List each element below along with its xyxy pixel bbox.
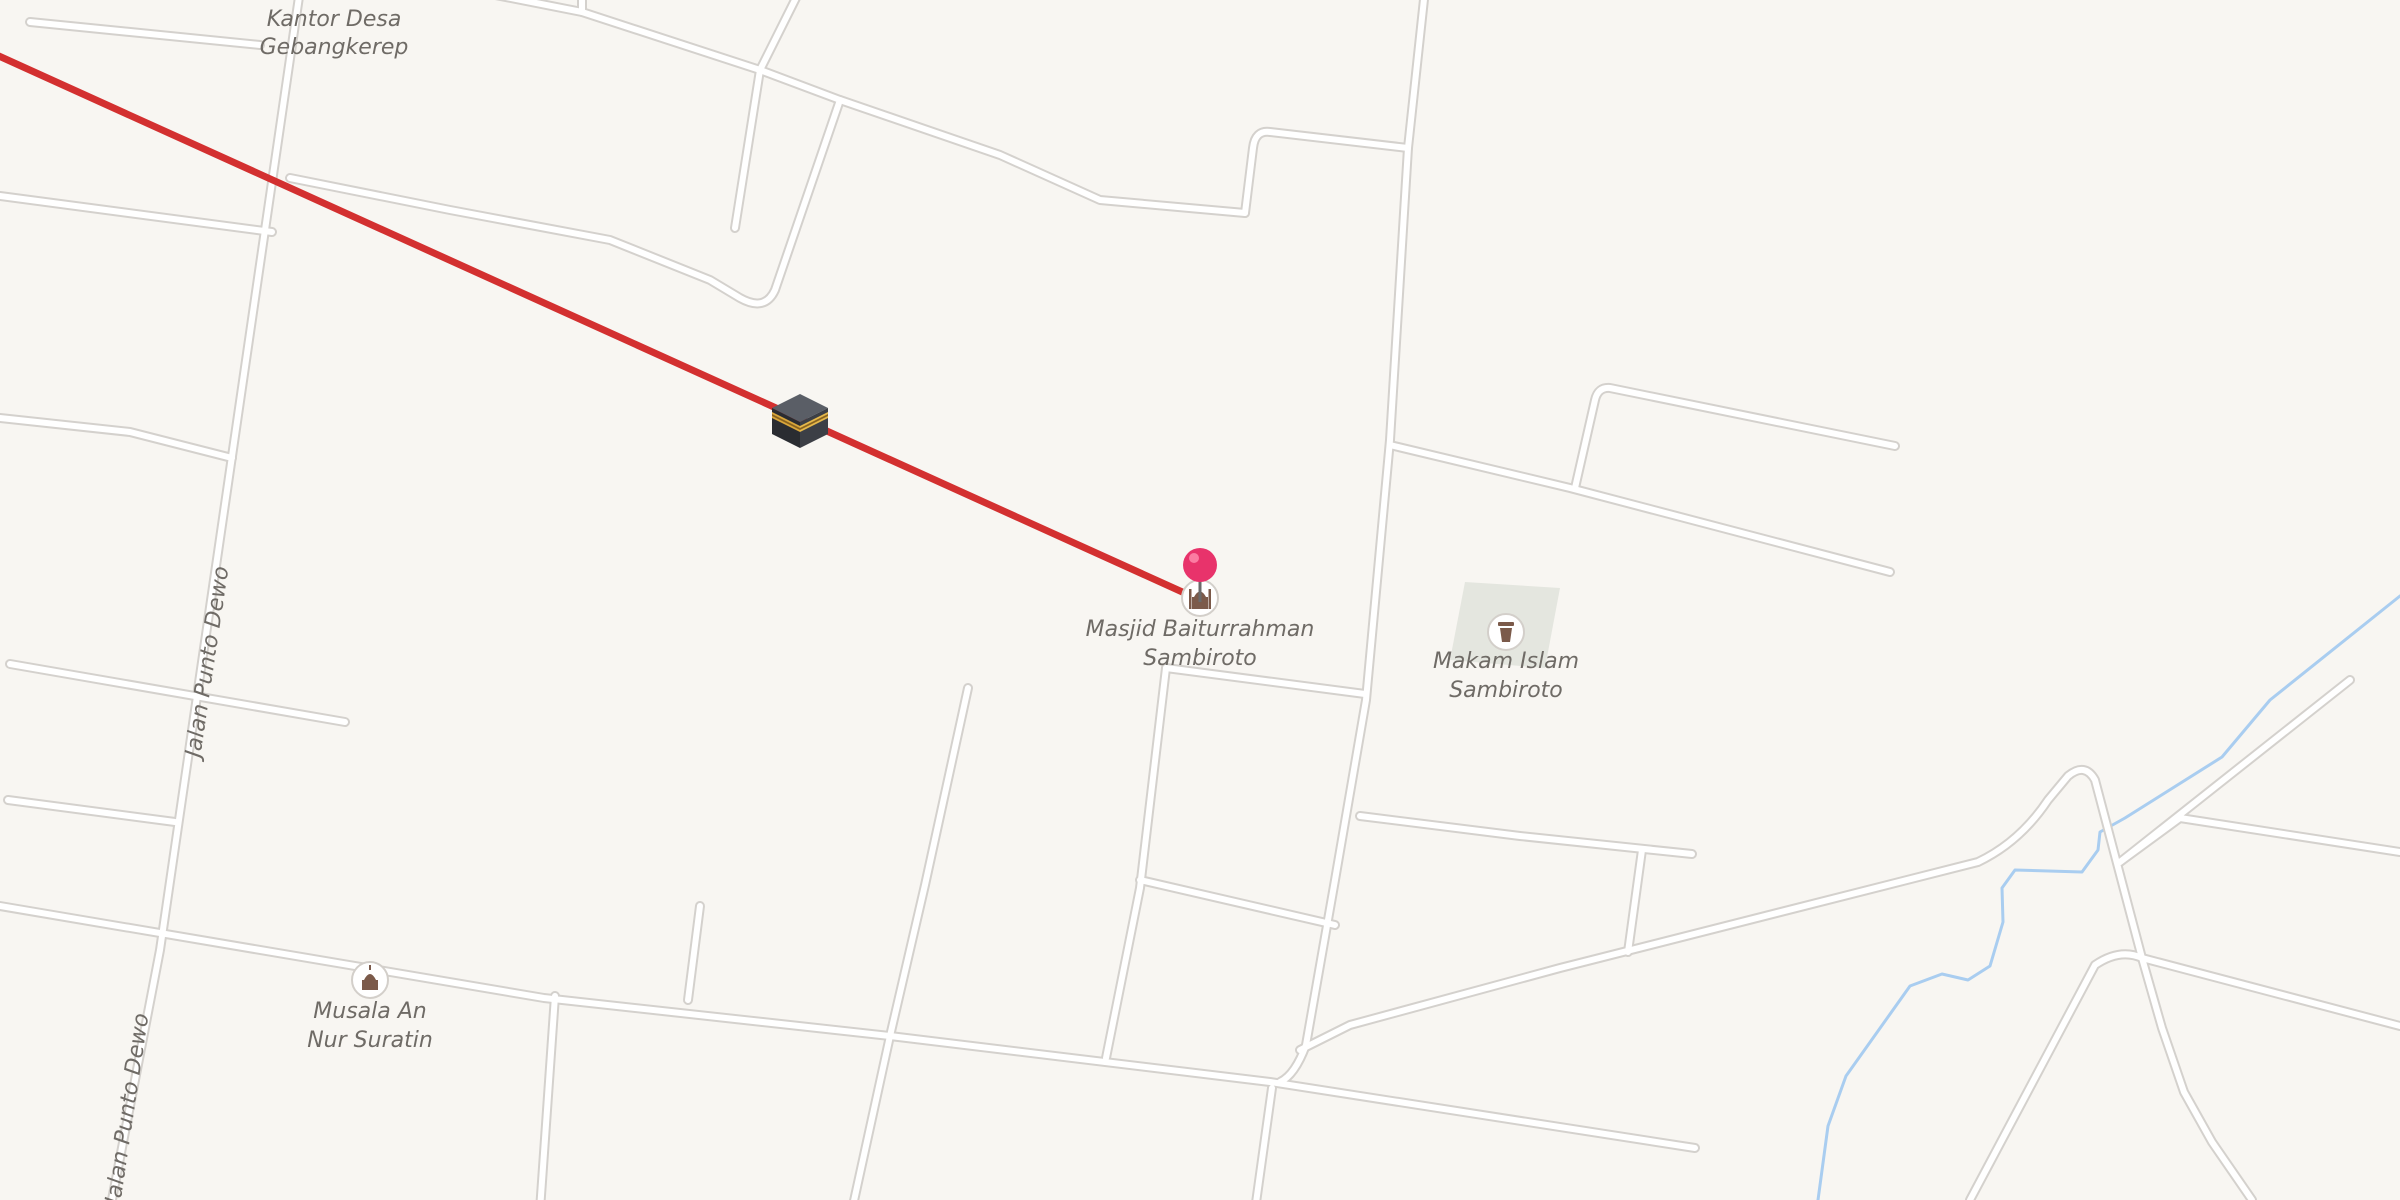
poi-label-line1: Musala An	[313, 999, 426, 1024]
map-canvas[interactable]: Jalan Punto Dewo Jalan Punto Dewo Kantor…	[0, 0, 2400, 1200]
poi-label-line2: Sambiroto	[1449, 678, 1563, 703]
qibla-direction-line	[0, 52, 1204, 604]
poi-label-line2: Gebangkerep	[260, 35, 409, 60]
waterways	[1816, 594, 2400, 1200]
poi-label-line2: Nur Suratin	[307, 1028, 433, 1053]
poi-label-line2: Sambiroto	[1143, 646, 1257, 671]
poi-label-line1: Masjid Baiturrahman	[1086, 617, 1315, 642]
street-label-jalan-punto-dewo-upper: Jalan Punto Dewo	[181, 565, 235, 763]
poi-label-line1: Makam Islam	[1433, 649, 1579, 674]
stream-east	[1816, 594, 2400, 1200]
mosque-icon	[351, 961, 389, 999]
street-label-jalan-punto-dewo-lower: Jalan Punto Dewo	[101, 1012, 155, 1200]
cemetery-icon	[1487, 613, 1525, 651]
kaaba-icon[interactable]	[772, 394, 828, 448]
poi-label-line1: Kantor Desa	[267, 7, 402, 32]
map-base-layer: Jalan Punto Dewo Jalan Punto Dewo Kantor…	[0, 0, 2400, 1200]
poi-kantor-desa[interactable]: Kantor Desa Gebangkerep	[260, 7, 409, 60]
poi-makam-islam[interactable]: Makam Islam Sambiroto	[1433, 613, 1579, 703]
